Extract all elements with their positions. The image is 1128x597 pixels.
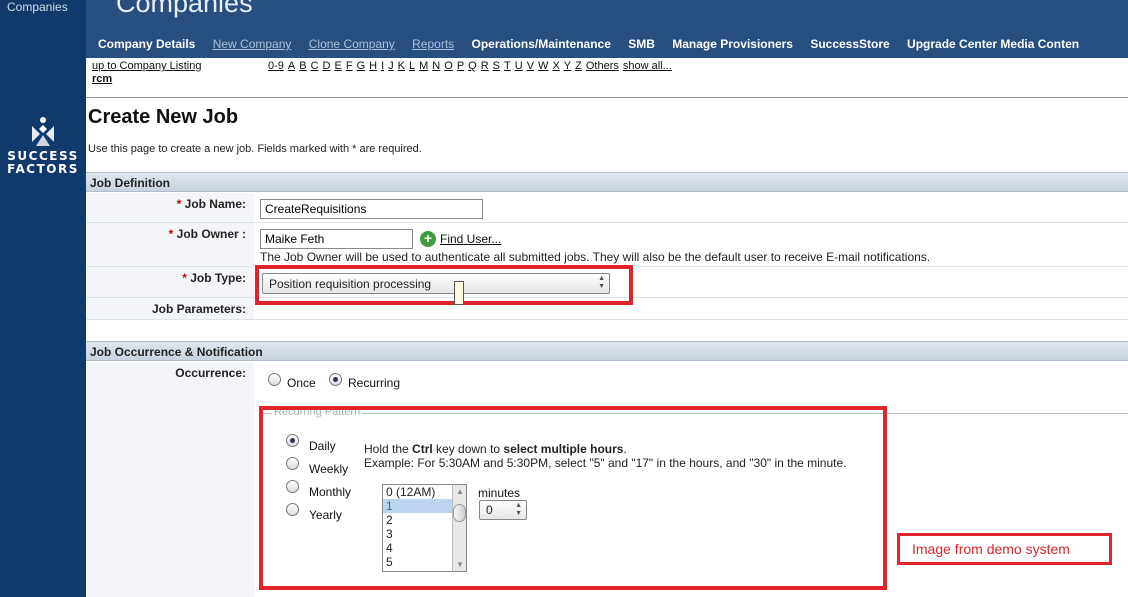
nav-smb[interactable]: SMB [628,37,655,51]
alpha-link[interactable]: 0-9 [268,60,284,72]
nav-new-company[interactable]: New Company [213,37,292,51]
listing-bar: up to Company Listing rcm 0-9 A B C D E F G H I J K… [86,58,1128,98]
alpha-link[interactable]: Q [468,60,477,72]
occurrence-label: Occurrence: [86,362,254,597]
header-title: Companies [116,0,253,18]
job-owner-label: * Job Owner : [86,223,254,266]
up-to-company-listing-link[interactable]: up to Company Listing [92,60,201,72]
alpha-link[interactable]: N [432,60,440,72]
job-owner-note: The Job Owner will be used to authentica… [260,250,931,264]
nav-clone-company[interactable]: Clone Company [309,37,395,51]
alpha-link[interactable]: B [299,60,306,72]
alpha-link[interactable]: show all... [623,60,672,72]
once-label: Once [287,376,316,390]
nav-company-details[interactable]: Company Details [98,37,195,51]
find-user-link[interactable]: Find User... [440,232,501,246]
highlight-job-type [255,265,633,305]
page-title: Create New Job [88,106,239,128]
company-nav: Company Details New Company Clone Compan… [98,37,1093,51]
alpha-link[interactable]: K [398,60,405,72]
alpha-link[interactable]: H [369,60,377,72]
job-name-label: * Job Name: [86,193,254,222]
page-description: Use this page to create a new job. Field… [88,143,422,155]
alpha-link[interactable]: O [444,60,453,72]
nav-upgrade-center[interactable]: Upgrade Center Media Conten [907,37,1079,51]
alpha-link[interactable]: S [493,60,500,72]
company-id-link[interactable]: rcm [92,73,112,85]
left-rail: Companies SUCCESS FACTORS [0,0,86,597]
alpha-link[interactable]: M [419,60,428,72]
successfactors-logo-icon [32,117,54,146]
alpha-link[interactable]: Z [575,60,582,72]
alpha-link[interactable]: G [357,60,366,72]
once-radio[interactable] [268,373,281,386]
alpha-link[interactable]: Y [564,60,571,72]
row-job-name: * Job Name: [86,193,1128,223]
add-user-icon[interactable]: + [420,231,436,247]
text-cursor-icon [454,281,464,305]
header: Companies Company Details New Company Cl… [86,0,1128,58]
alpha-link[interactable]: F [346,60,353,72]
alpha-link[interactable]: X [552,60,559,72]
alpha-link[interactable]: T [504,60,511,72]
alpha-link[interactable]: P [457,60,464,72]
job-name-input[interactable] [260,199,483,219]
alpha-link[interactable]: E [335,60,342,72]
alpha-link[interactable]: Others [586,60,619,72]
alpha-link[interactable]: J [388,60,394,72]
row-job-owner: * Job Owner : + Find User... The Job Own… [86,223,1128,267]
job-parameters-label: Job Parameters: [86,298,254,319]
alpha-link[interactable]: V [527,60,534,72]
alpha-link[interactable]: R [481,60,489,72]
alpha-link[interactable]: W [538,60,548,72]
alphabet-filter: 0-9 A B C D E F G H I J K L M N O P Q R S T U V W X Y Z Others show … [268,60,676,72]
successfactors-logo: SUCCESS FACTORS [0,116,86,176]
rail-companies-label[interactable]: Companies [7,0,68,14]
nav-manage-provisioners[interactable]: Manage Provisioners [672,37,793,51]
alpha-link[interactable]: U [515,60,523,72]
demo-system-annotation: Image from demo system [897,533,1112,565]
alpha-link[interactable]: C [311,60,319,72]
alpha-link[interactable]: D [323,60,331,72]
alpha-link[interactable]: L [409,60,415,72]
recurring-radio[interactable] [329,373,342,386]
section-job-occurrence: Job Occurrence & Notification [86,341,1128,361]
nav-successstore[interactable]: SuccessStore [810,37,889,51]
recurring-label: Recurring [348,376,401,390]
nav-operations-maintenance[interactable]: Operations/Maintenance [472,37,611,51]
alpha-link[interactable]: I [381,60,384,72]
highlight-recurring-pattern [259,406,887,590]
job-owner-input[interactable] [260,229,413,249]
nav-reports[interactable]: Reports [412,37,454,51]
main-content: Create New Job Use this page to create a… [86,98,1128,597]
section-job-definition: Job Definition [86,172,1128,192]
logo-text-factors: FACTORS [7,162,79,176]
job-type-label: * Job Type: [86,267,254,297]
alpha-link[interactable]: A [288,60,295,72]
